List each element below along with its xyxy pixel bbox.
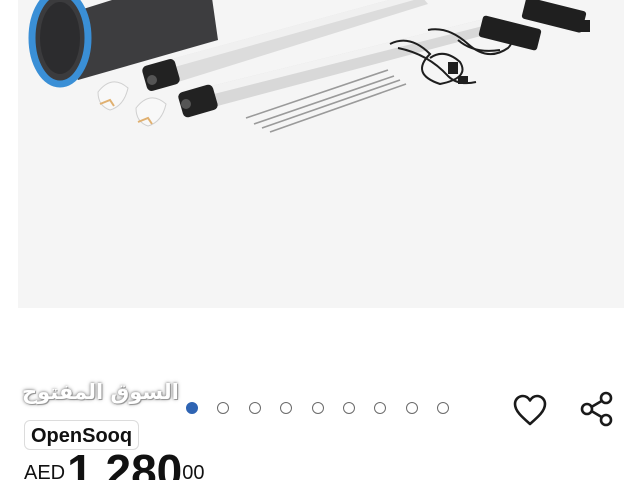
price-fraction: 00 [182,462,205,480]
power-adapters [448,0,590,84]
watermark-brand-logo: OpenSooq [24,420,140,450]
carousel-dot-8[interactable] [405,402,418,414]
product-photo [28,0,590,133]
product-image[interactable] [18,0,624,308]
watermark-arabic-logo: السوق المفتوح [22,380,179,404]
carousel-dot-4[interactable] [280,402,293,414]
carousel-dot-1[interactable] [186,402,198,414]
image-carousel-dots [186,400,469,416]
share-icon [580,391,613,427]
carousel-dot-2[interactable] [217,402,230,414]
carousel-dot-5[interactable] [311,402,324,414]
carousel-dot-7[interactable] [374,402,387,414]
carousel-dot-6[interactable] [342,402,355,414]
share-button[interactable] [577,389,617,429]
price-whole: 1,280 [67,452,183,480]
favorite-button[interactable] [510,390,550,430]
heart-icon [513,394,547,426]
carousel-dot-3[interactable] [248,402,261,414]
carousel-dot-9[interactable] [437,402,450,414]
product-price: AED1,28000 [24,452,205,480]
price-currency: AED [24,462,66,480]
